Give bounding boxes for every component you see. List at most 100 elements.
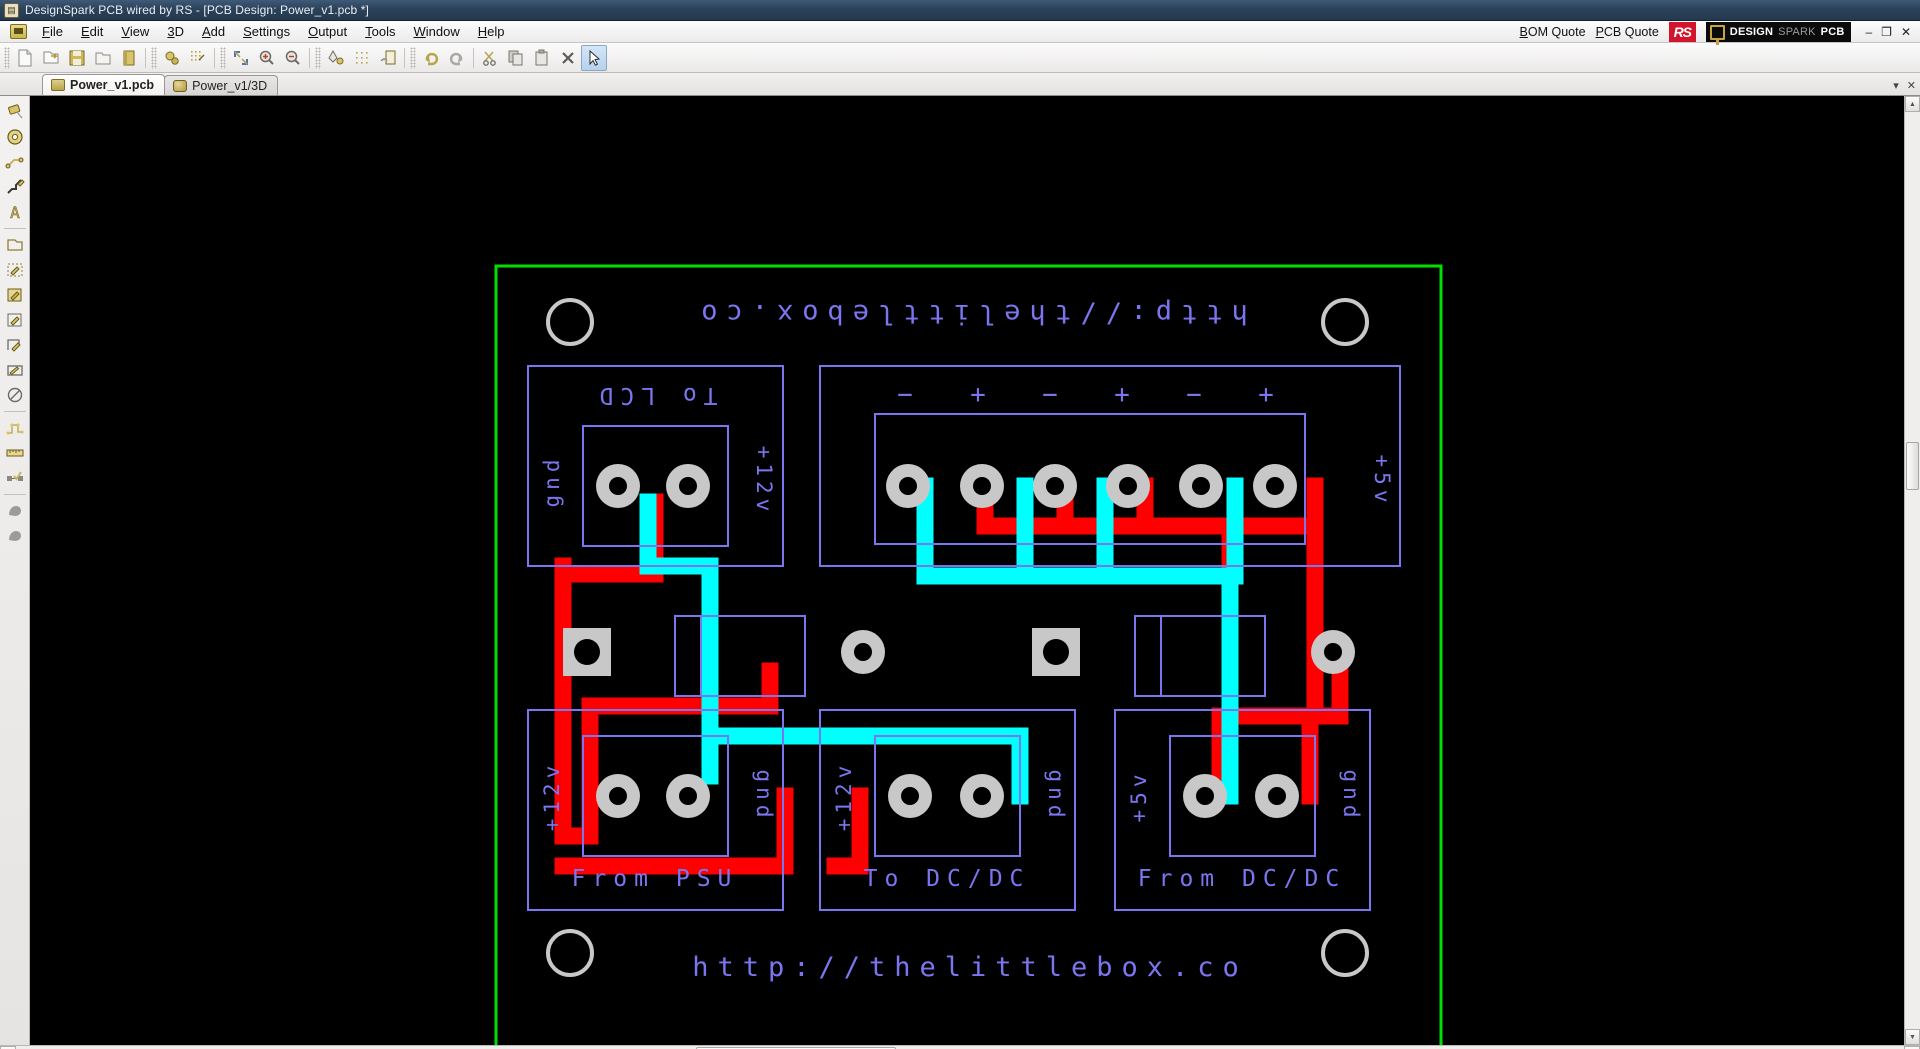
to-dcdc-label: To DC/DC xyxy=(864,866,1031,892)
window-title-bar: ▤ DesignSpark PCB wired by RS - [PCB Des… xyxy=(0,0,1920,21)
pad xyxy=(886,464,930,508)
route-tool[interactable] xyxy=(2,416,28,440)
measure-tool[interactable] xyxy=(2,441,28,465)
add-rectangle-tool[interactable] xyxy=(2,358,28,382)
design-rule-check-tool[interactable] xyxy=(2,466,28,490)
toolbar-grip-2[interactable] xyxy=(151,46,157,69)
pad xyxy=(1311,630,1355,674)
grid-toggle-button[interactable] xyxy=(349,45,375,71)
bom-quote-link[interactable]: BOM Quote xyxy=(1520,25,1586,39)
scroll-up-button[interactable]: ▲ xyxy=(1905,96,1920,112)
toolbar-grip-3[interactable] xyxy=(220,46,226,69)
menu-bar: File Edit View 3D Add Settings Output To… xyxy=(0,21,1920,45)
zoom-in-button[interactable] xyxy=(254,45,280,71)
document-tab-strip: Power_v1.pcb Power_v1/3D ▾ ✕ xyxy=(0,73,1920,96)
add-text-tool[interactable]: A xyxy=(2,200,28,224)
add-wire-tool[interactable] xyxy=(2,175,28,199)
tab-power-v1-pcb[interactable]: Power_v1.pcb xyxy=(42,74,166,95)
rs-logo: RS xyxy=(1668,22,1696,42)
toolbar-grip-5[interactable] xyxy=(410,46,416,69)
pad xyxy=(1255,774,1299,818)
add-component-tool[interactable] xyxy=(2,100,28,124)
vertical-scroll-thumb[interactable] xyxy=(1906,442,1919,490)
undo-button[interactable] xyxy=(418,45,444,71)
redo-button[interactable] xyxy=(444,45,470,71)
menu-settings[interactable]: Settings xyxy=(234,21,299,42)
to-lcd-gnd-label: gnd xyxy=(540,455,564,508)
pcb-artwork[interactable]: http://thelittlebox.co http://thelittleb… xyxy=(30,96,1904,1045)
pad xyxy=(1179,464,1223,508)
pour-region-alt-tool[interactable] xyxy=(2,524,28,548)
designspark-banner: DESIGN SPARK PCB xyxy=(1705,22,1852,45)
menu-help[interactable]: Help xyxy=(469,21,514,42)
close-button[interactable]: ✕ xyxy=(1901,25,1911,39)
copy-button[interactable] xyxy=(503,45,529,71)
svg-text:−: − xyxy=(1186,380,1202,410)
tab-strip-controls: ▾ ✕ xyxy=(1893,79,1916,92)
add-polygon-tool[interactable] xyxy=(2,333,28,357)
cut-button[interactable] xyxy=(477,45,503,71)
from-psu-label: From PSU xyxy=(572,866,739,892)
pad xyxy=(666,774,710,818)
menu-tools[interactable]: Tools xyxy=(356,21,404,42)
add-area-tool[interactable] xyxy=(2,258,28,282)
pad xyxy=(596,774,640,818)
delete-button[interactable] xyxy=(555,45,581,71)
document-system-icon[interactable] xyxy=(10,24,27,39)
svg-text:−: − xyxy=(897,380,913,410)
svg-text:+: + xyxy=(1114,380,1130,410)
tab-label: Power_v1.pcb xyxy=(70,78,155,92)
add-shape-tool[interactable] xyxy=(2,308,28,332)
menu-window[interactable]: Window xyxy=(404,21,468,42)
vertical-scroll-track[interactable] xyxy=(1905,112,1920,1029)
brand-design: DESIGN xyxy=(1729,26,1774,38)
toolbar-grip[interactable] xyxy=(4,46,10,69)
vertical-scrollbar[interactable]: ▲ ▼ xyxy=(1904,96,1920,1045)
pcb-quote-link[interactable]: PCB Quote xyxy=(1596,25,1659,39)
tab-close-button[interactable]: ✕ xyxy=(1907,79,1916,92)
layer-colour-button[interactable] xyxy=(323,45,349,71)
to-dcdc-gnd-label: gnd xyxy=(1044,770,1068,823)
pad xyxy=(1106,464,1150,508)
zoom-out-button[interactable] xyxy=(280,45,306,71)
menu-output[interactable]: Output xyxy=(299,21,356,42)
horizontal-scrollbar[interactable]: ◀ ▶ xyxy=(0,1045,1920,1049)
menu-view[interactable]: View xyxy=(112,21,158,42)
tab-power-v1-3d[interactable]: Power_v1/3D xyxy=(164,75,279,95)
menu-3d[interactable]: 3D xyxy=(158,21,193,42)
add-board-outline-tool[interactable] xyxy=(2,233,28,257)
select-tool-button[interactable] xyxy=(581,44,607,71)
save-file-button[interactable] xyxy=(64,45,90,71)
toolbar-grip-4[interactable] xyxy=(315,46,321,69)
pcb-canvas[interactable]: http://thelittlebox.co http://thelittleb… xyxy=(30,96,1904,1045)
add-circle-tool[interactable] xyxy=(2,383,28,407)
pad xyxy=(666,464,710,508)
restore-button[interactable]: ❐ xyxy=(1881,25,1892,39)
new-file-button[interactable] xyxy=(12,45,38,71)
pad xyxy=(1183,774,1227,818)
minimize-button[interactable]: – xyxy=(1865,25,1872,39)
open-file-button[interactable] xyxy=(38,45,64,71)
zoom-fit-button[interactable] xyxy=(228,45,254,71)
menu-edit[interactable]: Edit xyxy=(72,21,112,42)
workspace: A http://thelittlebox.co http://thelittl… xyxy=(0,96,1920,1045)
open-project-button[interactable] xyxy=(90,45,116,71)
settings-button[interactable] xyxy=(159,45,185,71)
pour-region-tool[interactable] xyxy=(2,499,28,523)
print-preview-button[interactable] xyxy=(375,45,401,71)
menu-add[interactable]: Add xyxy=(193,21,234,42)
add-track-tool[interactable] xyxy=(2,150,28,174)
library-button[interactable] xyxy=(116,45,142,71)
add-pad-tool[interactable] xyxy=(2,125,28,149)
brand-pcb: PCB xyxy=(1820,26,1845,38)
add-copper-pour-tool[interactable] xyxy=(2,283,28,307)
pad xyxy=(888,774,932,818)
from-psu-gnd-label: gnd xyxy=(752,770,776,823)
tab-list-button[interactable]: ▾ xyxy=(1893,79,1899,92)
power-rail-5v-label: +5v xyxy=(1370,455,1394,508)
menu-file[interactable]: File xyxy=(33,21,72,42)
scroll-down-button[interactable]: ▼ xyxy=(1905,1029,1920,1045)
paste-button[interactable] xyxy=(529,45,555,71)
from-dcdc-5v-label: +5v xyxy=(1127,770,1151,823)
grid-settings-button[interactable] xyxy=(185,45,211,71)
